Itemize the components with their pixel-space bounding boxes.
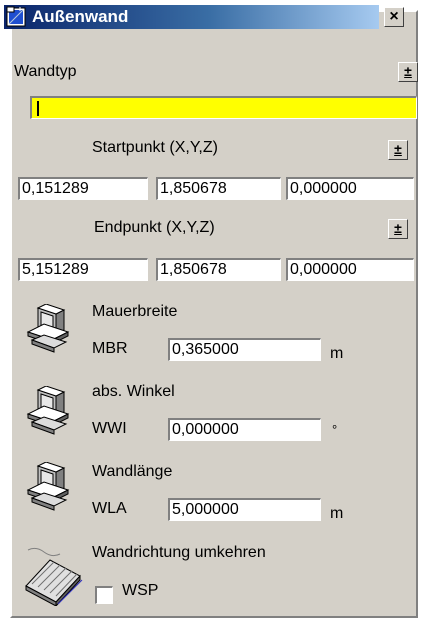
wandlaenge-label: Wandlänge bbox=[92, 463, 173, 480]
wwi-code: WWI bbox=[92, 420, 127, 437]
wandlaenge-unit: m bbox=[330, 505, 344, 522]
computer-icon bbox=[26, 386, 70, 435]
close-button[interactable]: × bbox=[384, 7, 404, 27]
window-title: Außenwand bbox=[32, 7, 129, 26]
mauerbreite-field[interactable]: 0,365000 bbox=[168, 338, 321, 361]
title-bar[interactable]: Außenwand bbox=[4, 5, 379, 29]
wsp-checkbox[interactable] bbox=[95, 586, 113, 604]
text-caret bbox=[37, 101, 39, 116]
winkel-field[interactable]: 0,000000 bbox=[168, 418, 321, 441]
startpunkt-x-field[interactable]: 0,151289 bbox=[18, 177, 148, 200]
endpunkt-z-field[interactable]: 0,000000 bbox=[286, 258, 414, 281]
keyboard-icon bbox=[25, 547, 83, 606]
mbr-code: MBR bbox=[92, 340, 128, 357]
winkel-unit: ° bbox=[332, 422, 338, 437]
wandtyp-toggle-button[interactable]: ± bbox=[398, 62, 418, 82]
startpunkt-toggle-button[interactable]: ± bbox=[388, 140, 408, 160]
endpunkt-toggle-button[interactable]: ± bbox=[388, 219, 408, 239]
wandtyp-label: Wandtyp bbox=[14, 63, 77, 80]
close-icon: × bbox=[389, 8, 399, 25]
startpunkt-label: Startpunkt (X,Y,Z) bbox=[92, 139, 218, 156]
wall-tool-icon bbox=[6, 6, 26, 27]
computer-icon bbox=[26, 462, 70, 511]
wsp-code: WSP bbox=[122, 582, 159, 599]
wandtyp-field[interactable] bbox=[30, 96, 417, 119]
startpunkt-y-field[interactable]: 1,850678 bbox=[156, 177, 281, 200]
endpunkt-x-field[interactable]: 5,151289 bbox=[18, 258, 148, 281]
endpunkt-y-field[interactable]: 1,850678 bbox=[156, 258, 281, 281]
startpunkt-z-field[interactable]: 0,000000 bbox=[286, 177, 414, 200]
wandlaenge-field[interactable]: 5,000000 bbox=[168, 498, 321, 521]
mauerbreite-unit: m bbox=[330, 345, 344, 362]
winkel-label: abs. Winkel bbox=[92, 383, 175, 400]
mauerbreite-label: Mauerbreite bbox=[92, 303, 178, 320]
endpunkt-label: Endpunkt (X,Y,Z) bbox=[94, 219, 215, 236]
wla-code: WLA bbox=[92, 500, 127, 517]
wandrichtung-label: Wandrichtung umkehren bbox=[92, 544, 266, 561]
computer-icon bbox=[26, 304, 70, 353]
